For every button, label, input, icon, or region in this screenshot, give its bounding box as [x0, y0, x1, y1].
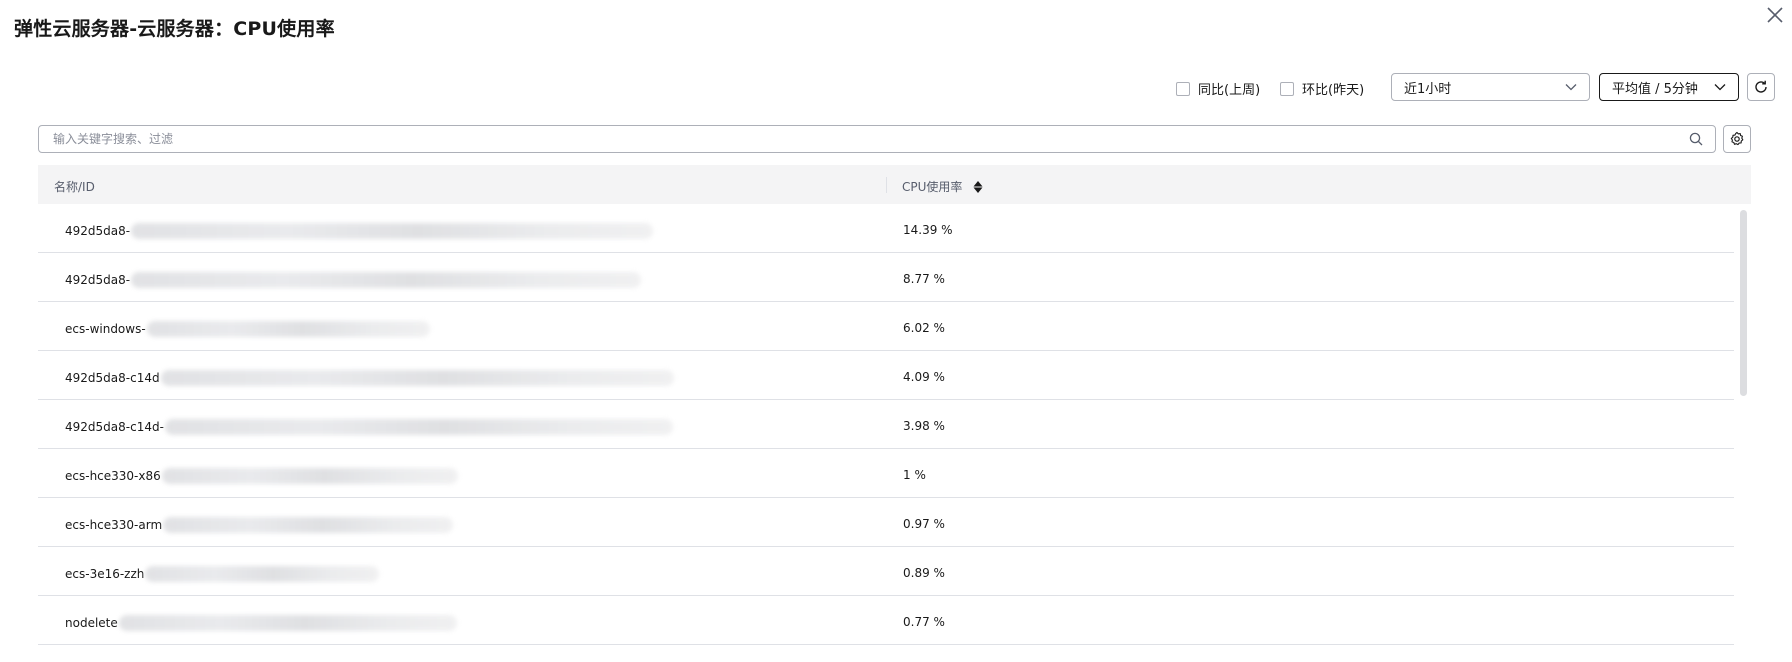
close-icon[interactable] [1764, 4, 1786, 26]
row-name: ecs-windows- [65, 322, 146, 336]
row-cpu-value: 0.77 % [903, 615, 945, 629]
row-cpu-value: 0.97 % [903, 517, 945, 531]
table-row[interactable]: ecs-3e16-zzh 0.89 % [38, 547, 1734, 596]
mom-checkbox[interactable]: 环比(昨天) [1280, 79, 1364, 98]
redacted-name-blur [131, 223, 654, 239]
table-row[interactable]: 492d5da8- 14.39 % [38, 204, 1734, 253]
row-cpu-value: 14.39 % [903, 223, 953, 237]
row-cpu-value: 4.09 % [903, 370, 945, 384]
redacted-name-blur [161, 468, 458, 484]
redacted-name-blur [160, 370, 674, 386]
table-row[interactable]: 492d5da8-c14d- 3.98 % [38, 400, 1734, 449]
redacted-name-blur [118, 615, 457, 631]
settings-button[interactable] [1723, 125, 1751, 153]
row-cpu-value: 0.89 % [903, 566, 945, 580]
page-title: 弹性云服务器-云服务器：CPU使用率 [14, 18, 335, 40]
chevron-down-icon [1565, 84, 1577, 91]
time-range-select[interactable]: 近1小时 [1391, 73, 1590, 101]
row-name: ecs-hce330-arm [65, 518, 163, 532]
refresh-button[interactable] [1747, 73, 1775, 101]
yoy-checkbox-label: 同比(上周) [1198, 83, 1261, 98]
table-row[interactable]: ecs-hce330-x86 1 % [38, 449, 1734, 498]
aggregation-value: 平均值 / 5分钟 [1612, 81, 1698, 97]
time-range-value: 近1小时 [1404, 81, 1452, 97]
column-header-cpu-label: CPU使用率 [902, 180, 963, 194]
table-body: 492d5da8- 14.39 % 492d5da8- 8.77 % ecs-w… [38, 204, 1734, 645]
row-name: 492d5da8-c14d [65, 371, 160, 385]
column-header-name: 名称/ID [54, 180, 95, 194]
yoy-checkbox-box[interactable] [1176, 81, 1190, 96]
row-cpu-value: 6.02 % [903, 321, 945, 335]
row-name: 492d5da8- [65, 273, 131, 287]
mom-checkbox-label: 环比(昨天) [1302, 83, 1365, 98]
redacted-name-blur [131, 272, 642, 288]
aggregation-select[interactable]: 平均值 / 5分钟 [1599, 73, 1739, 101]
row-name: nodelete [65, 616, 118, 630]
row-name: ecs-3e16-zzh [65, 567, 145, 581]
search-input[interactable] [51, 131, 1689, 147]
table-row[interactable]: nodelete 0.77 % [38, 596, 1734, 645]
table-header: 名称/ID CPU使用率 [38, 165, 1751, 204]
gear-icon [1730, 131, 1744, 146]
refresh-icon [1755, 80, 1767, 93]
search-icon[interactable] [1689, 132, 1703, 146]
table-row[interactable]: ecs-windows- 6.02 % [38, 302, 1734, 351]
table-scrollbar[interactable] [1740, 210, 1747, 396]
mom-checkbox-box[interactable] [1280, 81, 1294, 96]
sort-icon[interactable] [972, 180, 984, 194]
column-divider [886, 177, 887, 193]
table-row[interactable]: 492d5da8- 8.77 % [38, 253, 1734, 302]
redacted-name-blur [164, 419, 673, 435]
search-bar[interactable] [38, 125, 1716, 153]
redacted-name-blur [163, 517, 454, 533]
redacted-name-blur [146, 321, 430, 337]
row-cpu-value: 1 % [903, 468, 926, 482]
table-row[interactable]: 492d5da8-c14d 4.09 % [38, 351, 1734, 400]
redacted-name-blur [145, 566, 380, 582]
row-name: 492d5da8- [65, 224, 131, 238]
table-row[interactable]: ecs-hce330-arm 0.97 % [38, 498, 1734, 547]
row-cpu-value: 3.98 % [903, 419, 945, 433]
chevron-down-icon [1714, 84, 1726, 91]
yoy-checkbox[interactable]: 同比(上周) [1176, 79, 1260, 98]
row-name: 492d5da8-c14d- [65, 420, 164, 434]
row-name: ecs-hce330-x86 [65, 469, 161, 483]
row-cpu-value: 8.77 % [903, 272, 945, 286]
column-header-cpu[interactable]: CPU使用率 [902, 178, 984, 195]
